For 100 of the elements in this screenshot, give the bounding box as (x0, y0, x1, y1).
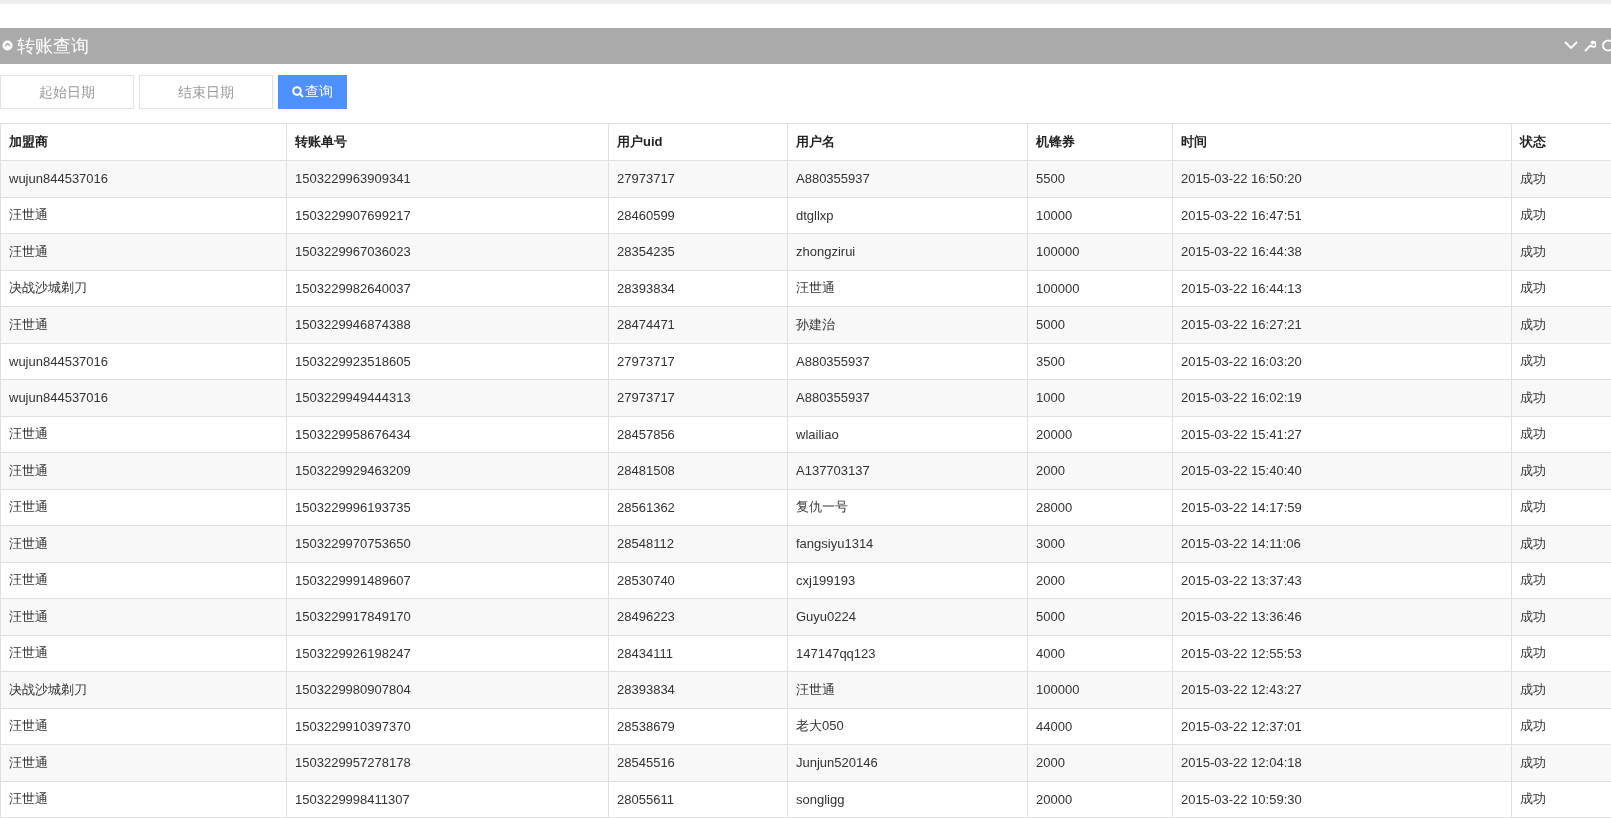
start-date-field[interactable]: 起始日期 (0, 75, 134, 109)
table-cell: 2015-03-22 12:37:01 (1172, 708, 1512, 745)
table-cell: 28460599 (608, 197, 788, 234)
table-cell: 27973717 (608, 160, 788, 197)
table-cell: Guyu0224 (787, 598, 1028, 635)
table-cell: 3500 (1027, 343, 1173, 380)
table-cell: cxj199193 (787, 562, 1028, 599)
table-cell: 汪世通 (0, 598, 287, 635)
table-cell: 1503229970753650 (286, 525, 609, 562)
column-header: 转账单号 (286, 123, 609, 161)
table-cell: wujun844537016 (0, 160, 287, 197)
table-cell: 1503229926198247 (286, 635, 609, 672)
table-cell: 汪世通 (0, 452, 287, 489)
table-cell: 汪世通 (0, 489, 287, 526)
table-cell: 100000 (1027, 233, 1173, 270)
table-cell: 27973717 (608, 379, 788, 416)
table-cell: 1503229946874388 (286, 306, 609, 343)
panel-title: 转账查询 (17, 34, 89, 58)
table-cell: 汪世通 (0, 781, 287, 818)
table-cell: 5000 (1027, 598, 1173, 635)
table-cell: 28561362 (608, 489, 788, 526)
table-cell: 147147qq123 (787, 635, 1028, 672)
table-cell: 决战沙城剃刀 (0, 671, 287, 708)
table-cell: 1503229958676434 (286, 416, 609, 453)
chevron-down-icon[interactable] (1564, 41, 1578, 51)
table-cell: 27973717 (608, 343, 788, 380)
table-cell: 1503229980907804 (286, 671, 609, 708)
table-cell: 44000 (1027, 708, 1173, 745)
column-header: 机锋券 (1027, 123, 1173, 161)
table-cell: 汪世通 (0, 744, 287, 781)
table-cell: 2015-03-22 15:41:27 (1172, 416, 1512, 453)
table-cell: 2015-03-22 10:59:30 (1172, 781, 1512, 818)
table-cell: 20000 (1027, 416, 1173, 453)
table-cell: 2015-03-22 16:44:38 (1172, 233, 1512, 270)
table-cell: 老大050 (787, 708, 1028, 745)
table-cell: 28474471 (608, 306, 788, 343)
table-cell: 28548112 (608, 525, 788, 562)
table-cell: 2015-03-22 12:43:27 (1172, 671, 1512, 708)
table-cell: 1503229917849170 (286, 598, 609, 635)
table-cell: 汪世通 (0, 525, 287, 562)
table-cell: 28545516 (608, 744, 788, 781)
column-header: 用户名 (787, 123, 1028, 161)
table-cell: 2015-03-22 14:17:59 (1172, 489, 1512, 526)
search-icon (292, 86, 304, 98)
table-cell: 28393834 (608, 671, 788, 708)
table-cell: 5500 (1027, 160, 1173, 197)
table-cell: A880355937 (787, 379, 1028, 416)
table-cell: 2000 (1027, 452, 1173, 489)
table-cell: zhongzirui (787, 233, 1028, 270)
table-cell: 2015-03-22 15:40:40 (1172, 452, 1512, 489)
table-cell: 2015-03-22 16:02:19 (1172, 379, 1512, 416)
table-cell: 孙建治 (787, 306, 1028, 343)
table-cell: 1503229982640037 (286, 270, 609, 307)
table-cell: 2015-03-22 16:50:20 (1172, 160, 1512, 197)
table-cell: 1503229907699217 (286, 197, 609, 234)
table-cell: 2015-03-22 13:37:43 (1172, 562, 1512, 599)
table-cell: 汪世通 (787, 270, 1028, 307)
table-cell: 汪世通 (0, 635, 287, 672)
search-button[interactable]: 查询 (278, 75, 347, 109)
table-cell: 决战沙城剃刀 (0, 270, 287, 307)
table-cell: 汪世通 (0, 708, 287, 745)
table-cell: 1503229998411307 (286, 781, 609, 818)
table-cell: 汪世通 (787, 671, 1028, 708)
table-cell: A880355937 (787, 160, 1028, 197)
table-cell: Junjun520146 (787, 744, 1028, 781)
table-cell: 1503229957278178 (286, 744, 609, 781)
end-date-field[interactable]: 结束日期 (139, 75, 273, 109)
table-cell: 28000 (1027, 489, 1173, 526)
table-cell: 2015-03-22 12:04:18 (1172, 744, 1512, 781)
table-cell: 28354235 (608, 233, 788, 270)
table-cell: 2015-03-22 16:44:13 (1172, 270, 1512, 307)
table-cell: 28481508 (608, 452, 788, 489)
table-cell: 1503229991489607 (286, 562, 609, 599)
table-cell: 汪世通 (0, 562, 287, 599)
table-cell: 2015-03-22 16:47:51 (1172, 197, 1512, 234)
table-cell: 100000 (1027, 671, 1173, 708)
table-cell: 4000 (1027, 635, 1173, 672)
table-cell: 2000 (1027, 744, 1173, 781)
table-cell: 1000 (1027, 379, 1173, 416)
table-cell: 1503229967036023 (286, 233, 609, 270)
table-cell: 2015-03-22 16:27:21 (1172, 306, 1512, 343)
table-cell: 汪世通 (0, 197, 287, 234)
table-cell: 20000 (1027, 781, 1173, 818)
table-cell: 28393834 (608, 270, 788, 307)
table-cell: 汪世通 (0, 416, 287, 453)
column-header: 加盟商 (0, 123, 287, 161)
table-cell: songligg (787, 781, 1028, 818)
table-cell: 1503229923518605 (286, 343, 609, 380)
table-cell: 28457856 (608, 416, 788, 453)
table-cell: 10000 (1027, 197, 1173, 234)
table-cell: wujun844537016 (0, 379, 287, 416)
table-cell: 28538679 (608, 708, 788, 745)
table-cell: 5000 (1027, 306, 1173, 343)
table-cell: 1503229949444313 (286, 379, 609, 416)
refresh-icon[interactable] (1602, 39, 1611, 53)
wrench-icon[interactable] (1584, 39, 1596, 52)
table-cell: A137703137 (787, 452, 1028, 489)
table-cell: 1503229910397370 (286, 708, 609, 745)
table-cell: 2015-03-22 14:11:06 (1172, 525, 1512, 562)
table-cell: 汪世通 (0, 233, 287, 270)
